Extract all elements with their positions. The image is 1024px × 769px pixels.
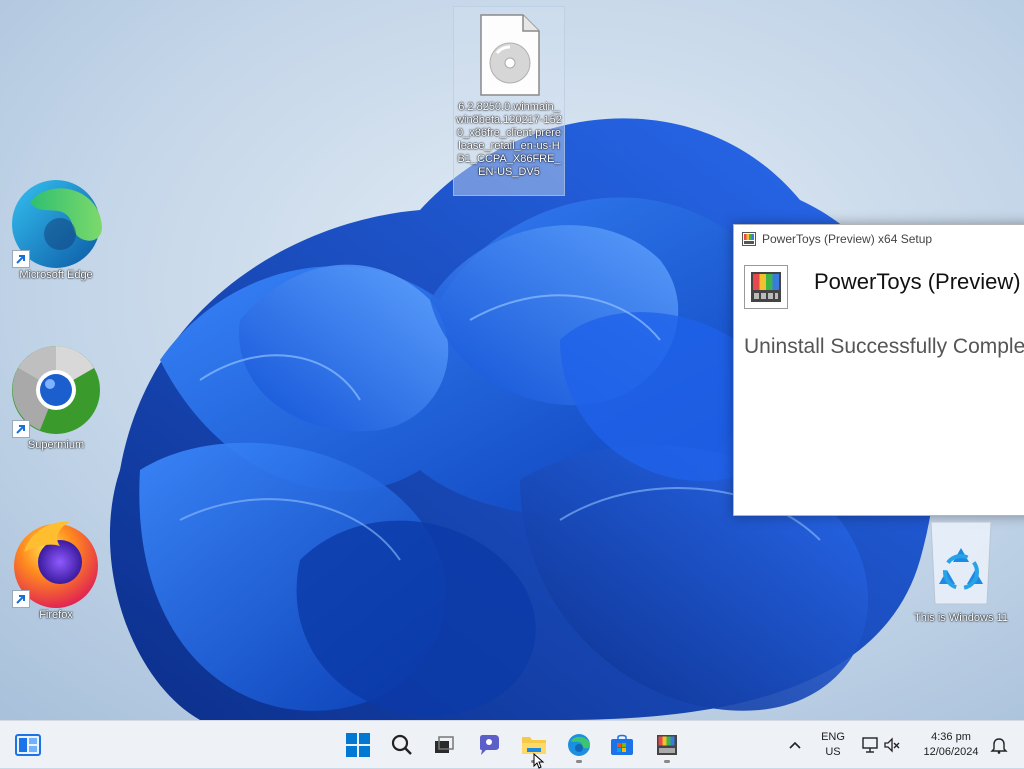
taskbar-widgets-button[interactable]	[10, 727, 46, 763]
taskbar-edge-button[interactable]	[561, 727, 597, 763]
disc-image-icon	[477, 13, 541, 97]
powertoys-small-icon	[742, 232, 756, 246]
clock-time: 4:36 pm	[931, 731, 971, 743]
desktop-icon-edge[interactable]: Microsoft Edge	[10, 172, 102, 282]
running-indicator	[576, 760, 582, 763]
setup-status-message: Uninstall Successfully Complete	[744, 335, 1024, 358]
taskbar-powertoys-button[interactable]	[649, 727, 685, 763]
taskbar-store-button[interactable]	[604, 727, 640, 763]
store-icon	[611, 734, 633, 755]
powertoys-logo-icon	[744, 265, 788, 309]
edge-icon	[568, 734, 590, 756]
network-icon	[862, 737, 878, 753]
desktop-icon-recycle-bin[interactable]: This is Windows 11	[906, 518, 1016, 624]
supermium-icon	[10, 342, 110, 442]
notification-bell-icon	[990, 738, 1008, 754]
windows-logo-icon	[346, 733, 370, 757]
window-titlebar[interactable]: PowerToys (Preview) x64 Setup	[734, 225, 1024, 253]
input-language-indicator[interactable]: ENG US	[816, 730, 850, 760]
notifications-button[interactable]	[984, 727, 1014, 763]
powertoys-setup-window[interactable]: PowerToys (Preview) x64 Setup PowerToys …	[733, 224, 1024, 516]
recycle-bin-label: This is Windows 11	[914, 612, 1008, 624]
clock-date: 12/06/2024	[923, 746, 979, 758]
taskbar-clock[interactable]: 4:36 pm 12/06/2024	[914, 730, 988, 760]
desktop-icon-supermium[interactable]: Supermium	[10, 342, 102, 452]
quick-settings-button[interactable]	[856, 727, 906, 763]
setup-heading: PowerToys (Preview)	[814, 269, 1021, 294]
desktop-file-iso[interactable]: 6.2.8250.0.winmain_win8beta.120217-1520_…	[453, 6, 565, 196]
setup-body: Uninstall Successfully Complete	[734, 323, 1024, 515]
desktop-file-label: 6.2.8250.0.winmain_win8beta.120217-1520_…	[456, 101, 562, 178]
mouse-cursor-icon	[533, 753, 545, 769]
taskbar-start-button[interactable]	[340, 727, 376, 763]
keyboard-layout: US	[825, 746, 841, 758]
chevron-up-icon	[789, 741, 801, 749]
task-view-icon	[435, 736, 454, 753]
chat-icon	[480, 735, 499, 755]
recycle-bin-icon	[921, 518, 1001, 608]
shortcut-arrow-icon	[12, 590, 30, 608]
taskbar-task-view-button[interactable]	[426, 727, 462, 763]
search-icon	[391, 734, 412, 755]
desktop-icon-firefox[interactable]: Firefox	[10, 512, 102, 622]
window-title: PowerToys (Preview) x64 Setup	[762, 232, 933, 246]
edge-icon	[10, 172, 110, 272]
running-indicator	[664, 760, 670, 763]
setup-header: PowerToys (Preview)	[734, 253, 1024, 323]
widgets-icon	[15, 734, 41, 756]
firefox-icon	[10, 512, 110, 612]
taskbar-search-button[interactable]	[384, 727, 420, 763]
powertoys-icon	[657, 735, 677, 755]
shortcut-arrow-icon	[12, 420, 30, 438]
taskbar: ENG US 4:36 pm 12/06/2024	[0, 720, 1024, 769]
show-hidden-icons-button[interactable]	[782, 727, 808, 763]
volume-muted-icon	[884, 737, 900, 753]
language-code: ENG	[821, 731, 845, 743]
taskbar-chat-button[interactable]	[471, 727, 507, 763]
shortcut-arrow-icon	[12, 250, 30, 268]
